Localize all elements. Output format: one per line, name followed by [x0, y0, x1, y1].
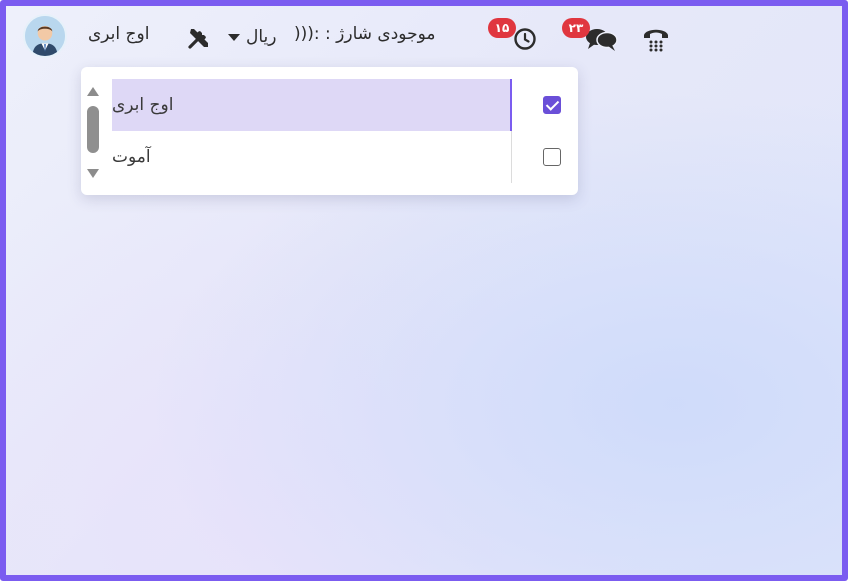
phone-icon[interactable] [641, 24, 671, 54]
chevron-down-icon [228, 33, 240, 41]
company-option-checkbox[interactable] [543, 96, 561, 114]
company-option[interactable]: آموت [104, 131, 578, 183]
scroll-up-arrow-icon[interactable] [87, 87, 99, 96]
company-name[interactable]: اوج ابری [88, 24, 149, 44]
company-switcher-dropdown: اوج ابری آموت [81, 67, 578, 195]
scrollbar[interactable] [85, 85, 101, 180]
company-option-label[interactable]: آموت [112, 131, 512, 183]
user-avatar-icon [25, 16, 65, 56]
user-avatar[interactable] [23, 14, 67, 58]
scrollbar-thumb[interactable] [87, 106, 99, 153]
app-frame: اوج ابری ریال موجودی شارژ : :((( ۱۵ ۲۳ ا… [0, 0, 848, 581]
wrench-screwdriver-icon[interactable] [186, 25, 212, 51]
company-option[interactable]: اوج ابری [104, 79, 578, 131]
company-option-label[interactable]: اوج ابری [112, 79, 512, 131]
top-bar: اوج ابری ریال موجودی شارژ : :((( ۱۵ ۲۳ [6, 6, 842, 68]
company-option-checkbox[interactable] [543, 148, 561, 166]
scroll-down-arrow-icon[interactable] [87, 169, 99, 178]
currency-label: ریال [246, 27, 277, 47]
activity-badge: ۱۵ [488, 18, 516, 38]
charge-balance: موجودی شارژ : :((( [294, 24, 436, 44]
currency-dropdown[interactable]: ریال [228, 24, 276, 50]
messages-badge: ۲۳ [562, 18, 590, 38]
